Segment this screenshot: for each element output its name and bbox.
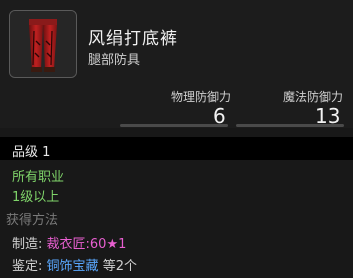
appraise-row: 鉴定: 铜饰宝藏 等2个: [12, 255, 137, 274]
physical-defense-bar: [120, 124, 228, 127]
acquire-method-title: 获得方法: [6, 213, 59, 228]
appraise-link[interactable]: 铜饰宝藏: [47, 259, 99, 274]
item-icon-frame: [9, 10, 77, 78]
magic-defense-label: 魔法防御力: [283, 90, 344, 104]
craft-row: 制造: 裁衣匠:60★1: [12, 233, 126, 252]
grade-bar: [0, 137, 353, 160]
physical-defense-label: 物理防御力: [171, 90, 232, 104]
craft-label: 制造:: [12, 237, 43, 252]
red-trousers-icon: [10, 11, 76, 77]
item-type: 腿部防具: [88, 53, 141, 68]
tooltip-header: 风绢打底裤 腿部防具 物理防御力 6 魔法防御力 13: [0, 0, 353, 128]
appraise-count: 等2个: [102, 259, 137, 274]
craft-link[interactable]: 裁衣匠:60★1: [47, 237, 127, 252]
appraise-label: 鉴定:: [12, 259, 43, 274]
item-tooltip: 风绢打底裤 腿部防具 物理防御力 6 魔法防御力 13 品级 1 所有职业 1级…: [0, 0, 353, 278]
grade-label: 品级 1: [12, 145, 51, 160]
level-requirement: 1级以上: [12, 190, 60, 205]
magic-defense-bar: [236, 124, 344, 127]
class-requirement: 所有职业: [12, 170, 65, 185]
item-name: 风绢打底裤: [88, 29, 178, 49]
